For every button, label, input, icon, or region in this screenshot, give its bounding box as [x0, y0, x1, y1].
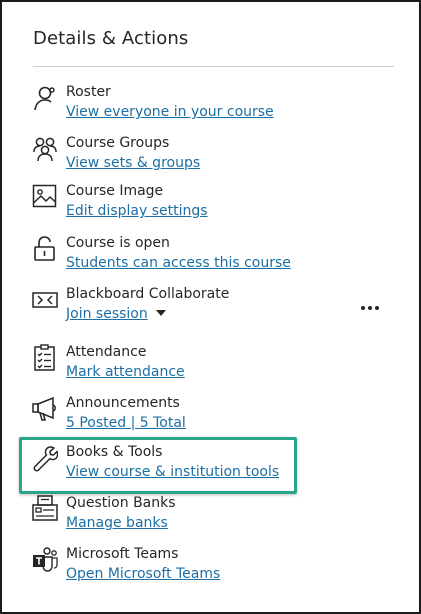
item-announcements: Announcements 5 Posted | 5 Total	[32, 395, 372, 439]
more-dot-icon	[375, 306, 379, 310]
more-dot-icon	[368, 306, 372, 310]
chevron-down-icon[interactable]	[155, 310, 166, 316]
unlock-icon	[32, 235, 58, 263]
item-label: Course Groups	[66, 135, 170, 151]
groups-link[interactable]: View sets & groups	[66, 155, 200, 171]
item-microsoft-teams: Microsoft Teams Open Microsoft Teams	[32, 546, 372, 590]
groups-icon	[32, 135, 58, 163]
item-attendance: Attendance Mark attendance	[32, 344, 372, 388]
roster-icon	[32, 84, 58, 112]
teams-icon	[32, 546, 58, 574]
books-tools-highlight	[19, 437, 297, 494]
video-icon	[32, 286, 58, 314]
more-dot-icon	[361, 306, 365, 310]
image-icon	[32, 183, 58, 211]
item-label: Question Banks	[66, 495, 176, 511]
join-session-dropdown[interactable]: Join session	[66, 306, 166, 322]
item-label: Announcements	[66, 395, 180, 411]
item-label: Microsoft Teams	[66, 546, 179, 562]
item-label: Attendance	[66, 344, 147, 360]
title-divider	[33, 66, 394, 67]
question-bank-icon	[32, 495, 58, 523]
more-options-button[interactable]	[359, 302, 383, 316]
details-actions-panel: Details & Actions Roster View everyone i…	[0, 0, 421, 614]
item-label: Blackboard Collaborate	[66, 286, 230, 302]
item-course-image: Course Image Edit display settings	[32, 183, 372, 227]
item-collaborate: Blackboard Collaborate Join session	[32, 286, 372, 330]
question-banks-link[interactable]: Manage banks	[66, 515, 168, 531]
item-label: Course is open	[66, 235, 170, 251]
roster-link[interactable]: View everyone in your course	[66, 104, 274, 120]
item-question-banks: Question Banks Manage banks	[32, 495, 372, 539]
teams-link[interactable]: Open Microsoft Teams	[66, 566, 220, 582]
attendance-icon	[32, 344, 58, 372]
announcements-link[interactable]: 5 Posted | 5 Total	[66, 415, 186, 431]
item-course-open: Course is open Students can access this …	[32, 235, 372, 279]
item-roster: Roster View everyone in your course	[32, 84, 372, 128]
course-open-link[interactable]: Students can access this course	[66, 255, 291, 271]
attendance-link[interactable]: Mark attendance	[66, 364, 185, 380]
item-label: Roster	[66, 84, 111, 100]
image-link[interactable]: Edit display settings	[66, 203, 208, 219]
item-label: Course Image	[66, 183, 164, 199]
panel-title: Details & Actions	[33, 28, 189, 49]
join-session-link[interactable]: Join session	[66, 306, 148, 322]
megaphone-icon	[32, 395, 58, 423]
item-course-groups: Course Groups View sets & groups	[32, 135, 372, 179]
